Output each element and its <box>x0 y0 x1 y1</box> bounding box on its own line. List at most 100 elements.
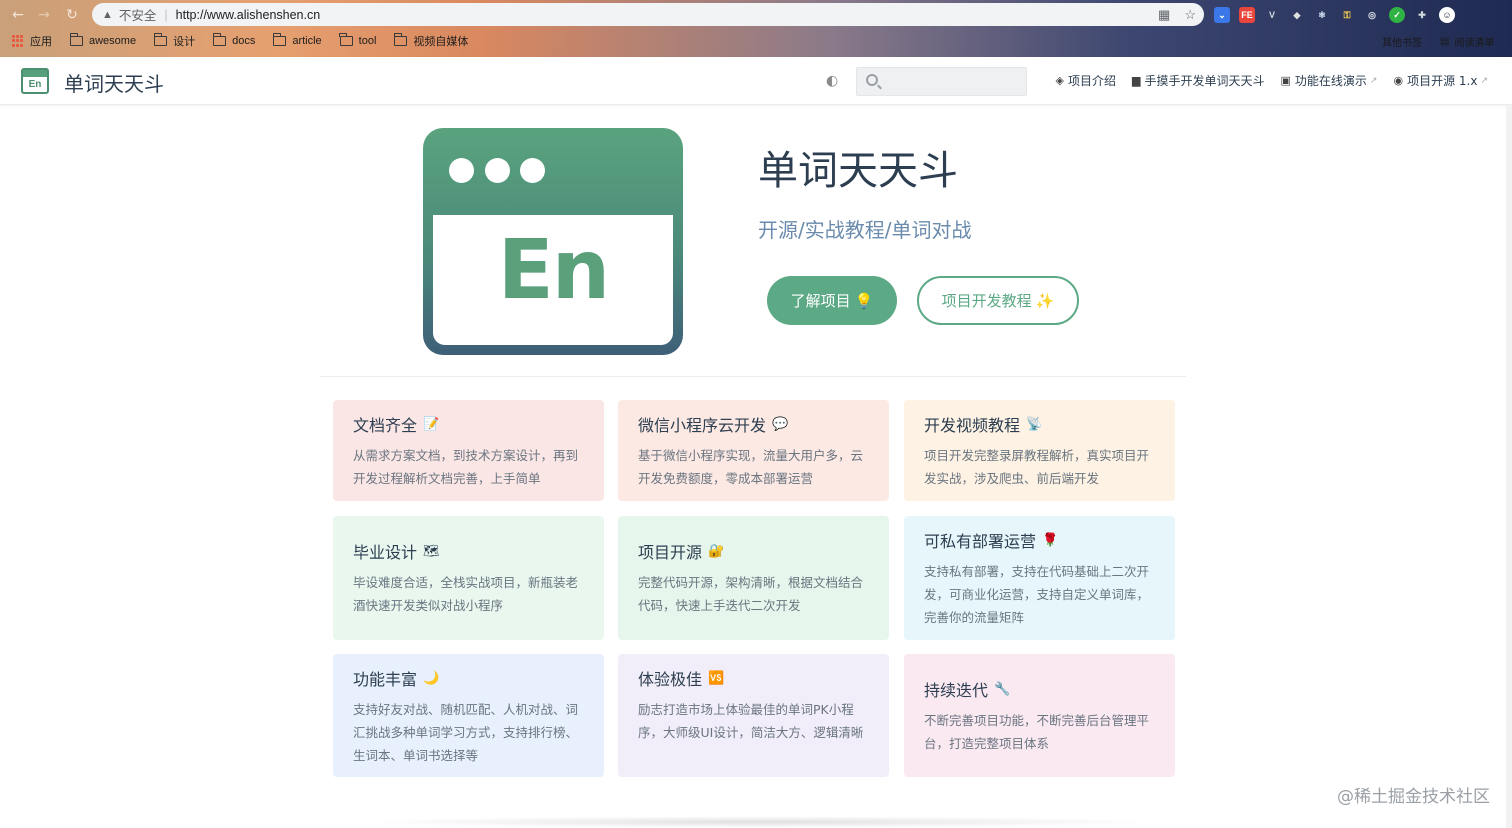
bookmark-star-icon[interactable]: ☆ <box>1184 7 1196 23</box>
browser-chrome: ← → ↻ ▲ 不安全 | http://www.alishenshen.cn … <box>0 0 1512 57</box>
demo-icon: ▣ <box>1280 74 1291 87</box>
dev-tutorial-button[interactable]: 项目开发教程 ✨ <box>917 276 1079 325</box>
forward-arrow-icon[interactable]: → <box>34 5 54 25</box>
logo-titlebar <box>23 70 47 77</box>
nav-link-open-source[interactable]: ◉ 项目开源 1.x ↗ <box>1393 72 1488 89</box>
extension-circle-icon[interactable]: ◎ <box>1364 7 1380 23</box>
feature-card: 可私有部署运营 🌹 支持私有部署，支持在代码基础上二次开发，可商业化运营，支持自定… <box>904 516 1175 640</box>
bookmark-docs[interactable]: docs <box>212 33 256 47</box>
nav-link-label: 项目介绍 <box>1068 74 1117 88</box>
folder-icon <box>393 33 408 46</box>
extension-check-icon[interactable]: ✓ <box>1389 7 1405 23</box>
profile-avatar-icon[interactable]: ☺ <box>1439 7 1455 23</box>
feature-title: 项目开源 <box>638 543 703 562</box>
nav-link-online-demo[interactable]: ▣ 功能在线演示 ↗ <box>1281 72 1378 89</box>
feature-description: 毕设难度合适，全栈实战项目，新瓶装老酒快速开发类似对战小程序 <box>353 575 579 613</box>
feature-title: 可私有部署运营 <box>924 532 1037 551</box>
bookmark-label: article <box>292 35 322 47</box>
feature-title: 体验极佳 <box>638 670 703 689</box>
reading-list-icon: ▤ <box>1440 35 1450 47</box>
bookmark-design[interactable]: 设计 <box>153 33 196 49</box>
folder-icon <box>212 33 227 46</box>
feature-description: 从需求方案文档，到技术方案设计，再到开发过程解析文档完善，上手简单 <box>353 448 579 486</box>
folder-icon <box>153 33 168 46</box>
site-logo[interactable]: En <box>21 68 49 94</box>
extension-down-icon[interactable]: ⌄ <box>1214 7 1230 23</box>
feature-description: 不断完善项目功能，不断完善后台管理平台，打造完整项目体系 <box>924 713 1150 751</box>
feature-description: 支持私有部署，支持在代码基础上二次开发，可商业化运营，支持自定义单词库，完善你的… <box>924 564 1150 625</box>
reading-list-label: 阅读清单 <box>1454 37 1495 49</box>
satellite-dish-icon: 📡 <box>1026 416 1043 432</box>
external-link-icon: ↗ <box>1480 75 1488 86</box>
url-text[interactable]: http://www.alishenshen.cn <box>176 8 321 22</box>
reading-list[interactable]: ▤ 阅读清单 <box>1440 29 1494 53</box>
extension-fe-icon[interactable]: FE <box>1239 7 1255 23</box>
feature-card: 开发视频教程 📡 项目开发完整录屏教程解析，真实项目开发实战，涉及爬虫、前后端开发 <box>904 400 1175 501</box>
insecure-label: 不安全 <box>118 9 157 23</box>
learn-project-button[interactable]: 了解项目 💡 <box>767 276 897 325</box>
bookmark-awesome[interactable]: awesome <box>69 33 137 47</box>
other-bookmarks[interactable]: 其他书签 <box>1382 29 1422 53</box>
watermark: @稀土掘金技术社区 <box>1337 787 1490 807</box>
feature-description: 完整代码开源，架构清晰，根据文档结合代码，快速上手迭代二次开发 <box>638 575 864 613</box>
rose-icon: 🌹 <box>1042 532 1059 548</box>
address-bar[interactable]: ▲ 不安全 | http://www.alishenshen.cn ▦ ☆ <box>92 3 1204 26</box>
nav-link-label: 项目开源 1.x <box>1407 74 1478 88</box>
vs-badge-icon: 🆚 <box>708 670 725 686</box>
feature-card: 项目开源 🔐 完整代码开源，架构清晰，根据文档结合代码，快速上手迭代二次开发 <box>618 516 889 640</box>
feature-title: 文档齐全 <box>353 416 418 435</box>
map-icon: 🗺 <box>423 543 440 559</box>
feature-card: 文档齐全 📝 从需求方案文档，到技术方案设计，再到开发过程解析文档完善，上手简单 <box>333 400 604 501</box>
bookmark-label: 应用 <box>30 36 52 48</box>
extension-react-icon[interactable]: ⚛ <box>1314 7 1330 23</box>
feature-title: 微信小程序云开发 <box>638 416 767 435</box>
back-arrow-icon[interactable]: ← <box>8 5 28 25</box>
extensions-bar: ⌄ FE V ◆ ⚛ ⚿ ◎ ✓ ✚ ☺ <box>1214 5 1455 25</box>
site-navbar: En 单词天天斗 ◐ ◈ 项目介绍 ▆ 手摸手开发单词天天斗 ▣ 功能在线演示 … <box>0 57 1512 105</box>
search-input[interactable] <box>887 72 1021 92</box>
bookmark-tool[interactable]: tool <box>339 33 376 47</box>
reload-icon[interactable]: ↻ <box>62 5 82 25</box>
nav-link-label: 功能在线演示 <box>1294 74 1367 88</box>
memo-icon: 📝 <box>423 416 440 432</box>
bookmark-video-media[interactable]: 视频自媒体 <box>393 33 468 49</box>
extensions-puzzle-icon[interactable]: ✚ <box>1414 7 1430 23</box>
bookmark-label: docs <box>232 35 256 47</box>
hero-logo: En <box>423 128 683 355</box>
feature-title: 毕业设计 <box>353 543 418 562</box>
site-title[interactable]: 单词天天斗 <box>64 68 164 97</box>
nav-link-tutorial[interactable]: ▆ 手摸手开发单词天天斗 <box>1132 72 1264 89</box>
compass-icon: ◈ <box>1055 74 1064 87</box>
extension-badge-icon[interactable]: ◆ <box>1289 7 1305 23</box>
feature-card: 持续迭代 🔧 不断完善项目功能，不断完善后台管理平台，打造完整项目体系 <box>904 654 1175 777</box>
bookmark-label: 设计 <box>173 36 196 48</box>
hero-logo-text: En <box>497 223 610 318</box>
feature-title: 持续迭代 <box>924 681 989 700</box>
window-dot-icon <box>520 158 545 183</box>
hero-title: 单词天天斗 <box>758 148 958 194</box>
crescent-moon-icon: 🌙 <box>423 670 440 686</box>
search-icon <box>866 74 878 86</box>
hero-divider <box>320 376 1186 377</box>
apps-grid-icon <box>12 35 24 47</box>
feature-description: 励志打造市场上体验最佳的单词PK小程序，大师级UI设计，简洁大方、逻辑清晰 <box>638 702 864 740</box>
extension-key-icon[interactable]: ⚿ <box>1339 7 1355 23</box>
qr-code-icon[interactable]: ▦ <box>1158 7 1170 23</box>
address-bar-actions: ▦ ☆ <box>1158 7 1196 23</box>
hero-description: 开源/实战教程/单词对战 <box>758 218 972 242</box>
feature-description: 基于微信小程序实现，流量大用户多，云开发免费额度，零成本部署运营 <box>638 448 864 486</box>
warning-triangle-icon: ▲ <box>102 8 113 21</box>
nav-link-project-intro[interactable]: ◈ 项目介绍 <box>1056 72 1116 89</box>
bookmark-article[interactable]: article <box>272 33 322 47</box>
folder-icon <box>339 33 353 46</box>
bookmark-apps[interactable]: 应用 <box>12 33 52 49</box>
external-link-icon: ↗ <box>1369 75 1378 86</box>
feature-title: 功能丰富 <box>353 670 418 689</box>
address-separator: | <box>164 7 168 22</box>
extension-vue-icon[interactable]: V <box>1264 7 1280 23</box>
theme-toggle-icon[interactable]: ◐ <box>826 73 842 89</box>
bookmark-label: awesome <box>89 35 137 47</box>
browser-toolbar: ← → ↻ ▲ 不安全 | http://www.alishenshen.cn … <box>0 0 1512 29</box>
page-scrollbar[interactable] <box>1506 105 1512 828</box>
bookmarks-bar: 应用 awesome 设计 docs article tool 视频自媒体 <box>0 29 1512 53</box>
